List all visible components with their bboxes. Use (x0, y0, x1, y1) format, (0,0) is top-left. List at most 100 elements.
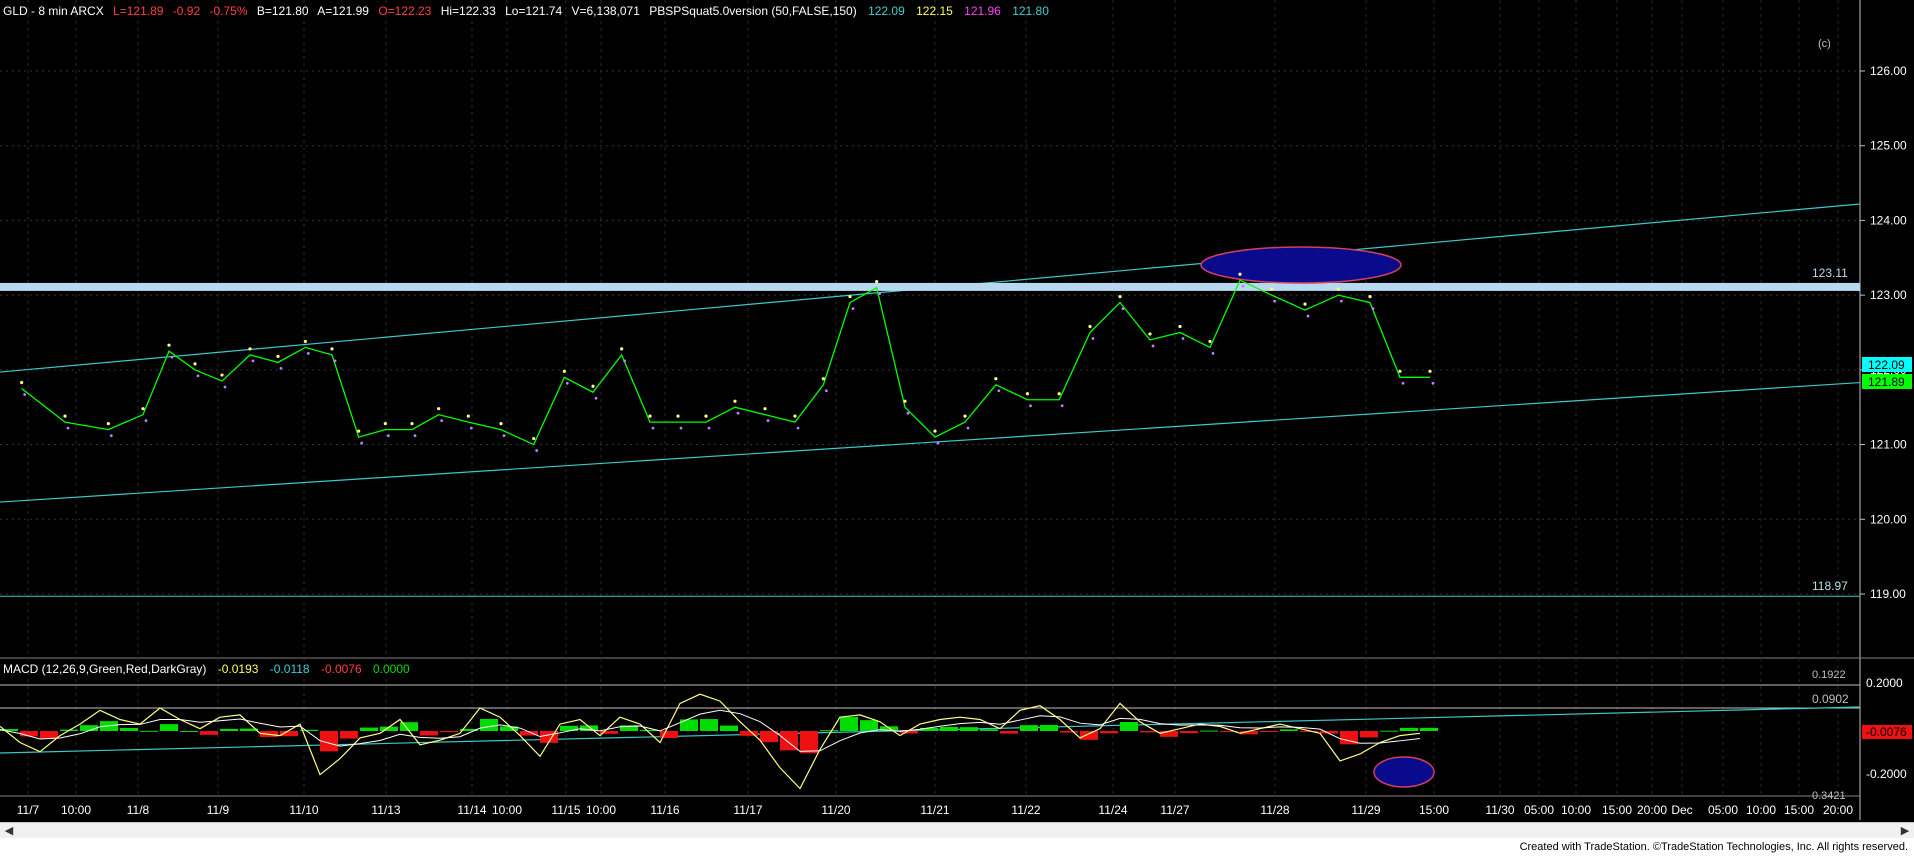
bid-price: B=121.80 (257, 4, 309, 18)
price-signal-dot (906, 411, 910, 415)
price-signal-dot (535, 449, 539, 452)
macd-histogram-bar (1120, 721, 1138, 731)
footer-bar: Created with TradeStation. ©TradeStation… (0, 838, 1914, 856)
price-signal-dot (1431, 381, 1435, 385)
price-signal-dot (736, 411, 740, 415)
study-value-3: 121.96 (964, 4, 1001, 18)
price-signal-dot (623, 359, 627, 363)
copyright-mark: (c) (1818, 38, 1831, 50)
time-tick-label: 11/20 (821, 803, 850, 817)
low-price: Lo=121.74 (505, 4, 562, 18)
support-label: 118.97 (1812, 579, 1848, 593)
price-signal-dot (466, 414, 470, 418)
price-signal-dot (167, 343, 171, 347)
footer-credit: Created with TradeStation. ©TradeStation… (1519, 841, 1908, 853)
price-tick-label: 125.00 (1870, 139, 1907, 153)
price-signal-dot (1238, 272, 1242, 276)
price-signal-dot (144, 419, 148, 423)
scroll-left-arrow-icon[interactable]: ◀ (2, 824, 16, 838)
price-signal-dot (824, 389, 828, 393)
macd-histogram-bar (140, 730, 158, 732)
price-axis: 126.00125.00124.00123.00122.00121.00120.… (1860, 64, 1907, 601)
price-signal-dot (469, 426, 473, 430)
net-change: -0.92 (173, 4, 201, 18)
open-price: O=122.23 (378, 4, 431, 18)
macd-bottom-cut-label: 0.3421 (1812, 790, 1846, 802)
price-signal-dot (1303, 302, 1307, 306)
price-tick-label: 123.00 (1870, 288, 1907, 302)
resistance-label: 123.11 (1812, 266, 1848, 280)
macd-histogram-bar (360, 727, 378, 731)
macd-value-2: -0.0118 (270, 662, 310, 676)
chart-header: GLD - 8 min ARCX L=121.89 -0.92 -0.75% B… (3, 4, 1049, 18)
price-tick-label: 119.00 (1870, 587, 1906, 601)
time-tick-label: Dec (1671, 803, 1692, 817)
symbol-label: GLD - 8 min ARCX (3, 4, 104, 18)
scroll-right-arrow-icon[interactable]: ▶ (1898, 824, 1912, 838)
macd-histogram-bar (440, 731, 458, 733)
macd-histogram-bar (160, 724, 178, 731)
study-value-4: 121.80 (1012, 4, 1049, 18)
price-signal-dot (410, 422, 414, 426)
price-signal-dot (63, 414, 67, 418)
price-signal-dot (1241, 284, 1245, 288)
price-signal-dot (109, 434, 113, 438)
price-signal-dot (220, 373, 224, 377)
macd-histogram-bar (1200, 730, 1218, 732)
price-signal-dot (141, 407, 145, 411)
time-tick-label: 11/10 (289, 803, 318, 817)
horizontal-scrollbar[interactable]: ◀ ▶ (0, 822, 1914, 839)
highlight-ellipse-top[interactable] (1200, 246, 1402, 284)
price-signal-dot (330, 347, 334, 351)
price-signal-dot (1270, 287, 1274, 291)
macd-last-box-text: -0.0076 (1866, 725, 1907, 739)
time-tick-label: 05:00 (1524, 803, 1554, 817)
macd-histogram-bar (220, 728, 238, 731)
macd-histogram-bar (1360, 731, 1378, 738)
macd-histogram-bar (200, 731, 218, 735)
macd-histogram-bar (820, 730, 838, 732)
price-signal-dot (23, 393, 27, 396)
price-signal-dot (648, 414, 652, 418)
price-signal-dot (875, 280, 879, 284)
time-tick-label: 11/22 (1011, 803, 1040, 817)
macd-histogram-bar (1020, 725, 1038, 731)
macd-histogram-bar (1260, 731, 1278, 732)
study-name: PBSPSquat5.0version (50,FALSE,150) (649, 4, 856, 18)
price-signal-dot (994, 377, 998, 381)
macd-histogram-bar (1000, 731, 1018, 734)
price-signal-dot (276, 354, 280, 358)
macd-value-3: -0.0076 (321, 662, 362, 676)
price-signal-dot (1060, 404, 1064, 408)
macd-histogram-bar (1060, 731, 1078, 733)
price-signal-dot (878, 292, 882, 296)
price-signal-dot (679, 426, 683, 430)
time-tick-label: 11/9 (207, 803, 230, 817)
macd-label: MACD (12,26,9,Green,Red,DarkGray) (3, 662, 206, 676)
price-signal-dot (279, 366, 283, 370)
macd-histogram-bar (1040, 724, 1058, 731)
macd-histogram-bar (720, 725, 738, 731)
macd-level-label: 0.0902 (1812, 692, 1849, 706)
time-tick-label: 11/30 (1485, 803, 1514, 817)
price-signal-dot (1306, 314, 1310, 318)
time-tick-label: 15:00 (1784, 803, 1814, 817)
ask-price: A=121.99 (317, 4, 369, 18)
time-tick-label: 11/16 (650, 803, 679, 817)
time-tick-label: 05:00 (1708, 803, 1738, 817)
price-signal-dot (248, 347, 252, 351)
macd-histogram-bar (860, 720, 878, 731)
time-tick-label: 15:00 (1602, 803, 1632, 817)
macd-header: MACD (12,26,9,Green,Red,DarkGray) -0.019… (3, 662, 410, 676)
time-tick-label: 20:00 (1823, 803, 1853, 817)
price-chart[interactable]: GLD - 8 min ARCX L=121.89 -0.92 -0.75% B… (0, 0, 1914, 838)
price-signal-dot (386, 434, 390, 438)
price-signal-dot (1057, 392, 1061, 396)
price-signal-dot (333, 359, 337, 363)
highlight-ellipse-macd[interactable] (1373, 756, 1435, 788)
resistance-band[interactable] (0, 282, 1860, 291)
price-signal-dot (851, 307, 855, 311)
price-signal-dot (66, 426, 70, 430)
price-signal-dot (223, 385, 227, 389)
time-tick-label: 11/14 (457, 803, 486, 817)
